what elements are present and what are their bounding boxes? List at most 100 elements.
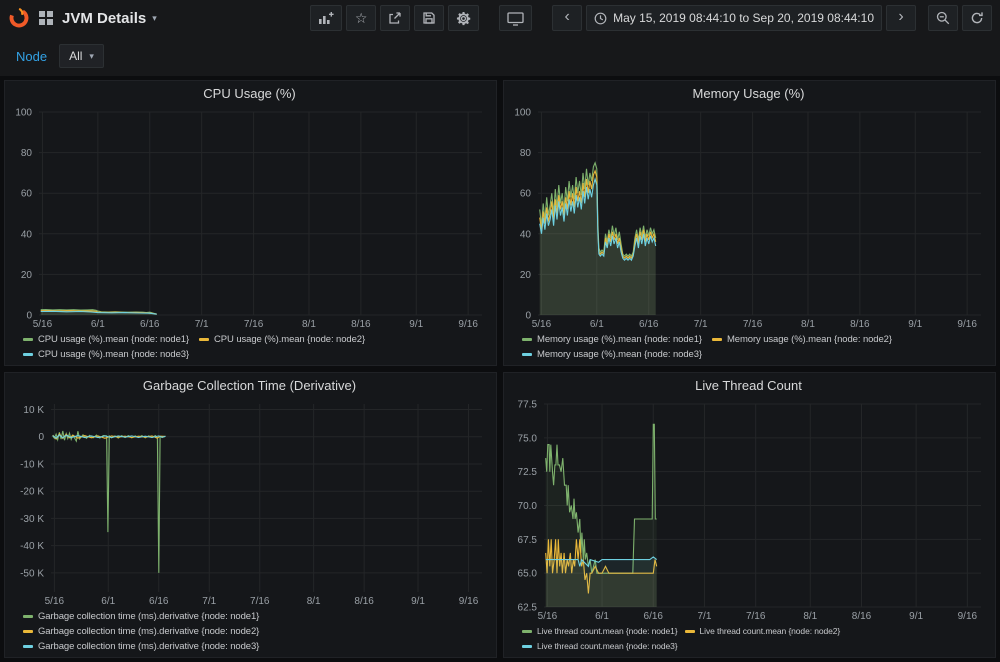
legend-label: Garbage collection time (ms).derivative … <box>38 610 259 623</box>
variable-value-dropdown[interactable]: All ▾ <box>59 44 104 68</box>
legend-label: Memory usage (%).mean {node: node2} <box>727 333 892 346</box>
series-color-icon <box>712 338 722 341</box>
svg-text:6/16: 6/16 <box>639 319 659 330</box>
svg-text:60: 60 <box>520 189 532 200</box>
legend-item[interactable]: Garbage collection time (ms).derivative … <box>23 610 259 623</box>
series-color-icon <box>23 645 33 648</box>
time-range-text: May 15, 2019 08:44:10 to Sep 20, 2019 08… <box>613 11 874 25</box>
time-range-button[interactable]: May 15, 2019 08:44:10 to Sep 20, 2019 08… <box>586 5 882 31</box>
legend-item[interactable]: Live thread count.mean {node: node3} <box>522 640 678 653</box>
svg-text:9/16: 9/16 <box>957 319 977 330</box>
legend-item[interactable]: CPU usage (%).mean {node: node3} <box>23 348 189 361</box>
svg-text:-40 K: -40 K <box>20 541 44 552</box>
svg-text:8/1: 8/1 <box>803 611 817 622</box>
legend-item[interactable]: Memory usage (%).mean {node: node2} <box>712 333 892 346</box>
chevron-right-icon: › <box>898 9 903 27</box>
svg-text:20: 20 <box>21 270 33 281</box>
legend-item[interactable]: CPU usage (%).mean {node: node2} <box>199 333 365 346</box>
variable-selected-value: All <box>69 49 82 63</box>
svg-text:7/16: 7/16 <box>743 319 763 330</box>
legend-item[interactable]: Memory usage (%).mean {node: node3} <box>522 348 702 361</box>
svg-text:100: 100 <box>514 108 531 119</box>
svg-text:9/16: 9/16 <box>458 319 478 330</box>
panel-title[interactable]: Memory Usage (%) <box>508 83 989 105</box>
tv-kiosk-button[interactable] <box>499 5 532 31</box>
svg-text:9/1: 9/1 <box>411 596 425 607</box>
svg-text:7/1: 7/1 <box>202 596 216 607</box>
svg-text:6/1: 6/1 <box>590 319 604 330</box>
legend-label: Garbage collection time (ms).derivative … <box>38 625 259 638</box>
svg-text:9/1: 9/1 <box>909 611 923 622</box>
time-forward-button[interactable]: › <box>886 5 916 31</box>
svg-text:8/1: 8/1 <box>302 319 316 330</box>
panel-live-thread-count: Live Thread Count 62.565.067.570.072.575… <box>503 372 996 658</box>
live-thread-count-legend: Live thread count.mean {node: node1} Live… <box>508 623 989 654</box>
svg-text:8/16: 8/16 <box>354 596 374 607</box>
svg-text:6/1: 6/1 <box>91 319 105 330</box>
add-panel-button[interactable] <box>310 5 342 31</box>
clock-icon <box>594 12 607 25</box>
grafana-logo-icon[interactable] <box>8 7 30 29</box>
svg-text:6/16: 6/16 <box>149 596 169 607</box>
svg-text:40: 40 <box>520 229 532 240</box>
panel-title[interactable]: Live Thread Count <box>508 375 989 397</box>
series-color-icon <box>23 615 33 618</box>
time-back-button[interactable]: ‹ <box>552 5 582 31</box>
svg-text:8/16: 8/16 <box>351 319 371 330</box>
svg-text:70.0: 70.0 <box>518 501 538 512</box>
star-icon[interactable]: ☆ <box>346 5 376 31</box>
svg-text:-10 K: -10 K <box>20 459 44 470</box>
dashboards-grid-icon[interactable] <box>39 11 53 25</box>
legend-item[interactable]: Live thread count.mean {node: node1} <box>522 625 678 638</box>
svg-text:5/16: 5/16 <box>532 319 552 330</box>
panel-title[interactable]: Garbage Collection Time (Derivative) <box>9 375 490 397</box>
gc-time-chart[interactable]: 10 K0-10 K-20 K-30 K-40 K-50 K5/166/16/1… <box>9 397 490 608</box>
svg-text:8/1: 8/1 <box>307 596 321 607</box>
svg-text:6/1: 6/1 <box>595 611 609 622</box>
svg-text:9/16: 9/16 <box>958 611 978 622</box>
svg-text:0: 0 <box>26 311 32 322</box>
share-icon[interactable] <box>380 5 410 31</box>
legend-item[interactable]: Garbage collection time (ms).derivative … <box>23 625 259 638</box>
legend-label: Memory usage (%).mean {node: node3} <box>537 348 702 361</box>
svg-text:72.5: 72.5 <box>518 467 538 478</box>
refresh-icon <box>970 11 984 25</box>
legend-label: CPU usage (%).mean {node: node3} <box>38 348 189 361</box>
live-thread-count-chart[interactable]: 62.565.067.570.072.575.077.55/166/16/167… <box>508 397 989 623</box>
refresh-button[interactable] <box>962 5 992 31</box>
cpu-usage-chart[interactable]: 0204060801005/166/16/167/17/168/18/169/1… <box>9 105 490 331</box>
cpu-usage-legend: CPU usage (%).mean {node: node1} CPU usag… <box>9 331 490 362</box>
legend-item[interactable]: Garbage collection time (ms).derivative … <box>23 640 259 653</box>
series-color-icon <box>23 338 33 341</box>
dashboard-title[interactable]: JVM Details ▾ <box>62 10 157 27</box>
svg-text:9/16: 9/16 <box>459 596 479 607</box>
series-color-icon <box>522 353 532 356</box>
svg-text:8/1: 8/1 <box>801 319 815 330</box>
legend-item[interactable]: CPU usage (%).mean {node: node1} <box>23 333 189 346</box>
svg-text:80: 80 <box>520 148 532 159</box>
gear-icon[interactable] <box>448 5 479 31</box>
series-color-icon <box>199 338 209 341</box>
panel-cpu-usage: CPU Usage (%) 0204060801005/166/16/167/1… <box>4 80 497 366</box>
series-color-icon <box>23 353 33 356</box>
svg-text:5/16: 5/16 <box>538 611 558 622</box>
svg-text:7/1: 7/1 <box>195 319 209 330</box>
save-icon[interactable] <box>414 5 444 31</box>
zoom-out-button[interactable] <box>928 5 958 31</box>
svg-text:6/16: 6/16 <box>140 319 160 330</box>
svg-text:20: 20 <box>520 270 532 281</box>
legend-item[interactable]: Memory usage (%).mean {node: node1} <box>522 333 702 346</box>
svg-text:0: 0 <box>525 311 531 322</box>
series-color-icon <box>522 630 532 633</box>
search-minus-icon <box>936 11 950 25</box>
legend-label: Live thread count.mean {node: node3} <box>537 640 678 653</box>
panel-title[interactable]: CPU Usage (%) <box>9 83 490 105</box>
memory-usage-chart[interactable]: 0204060801005/166/16/167/17/168/18/169/1… <box>508 105 989 331</box>
series-color-icon <box>23 630 33 633</box>
chevron-down-icon: ▾ <box>152 14 157 23</box>
legend-item[interactable]: Live thread count.mean {node: node2} <box>685 625 841 638</box>
svg-text:8/16: 8/16 <box>850 319 870 330</box>
svg-text:62.5: 62.5 <box>518 603 538 614</box>
legend-label: Live thread count.mean {node: node1} <box>537 625 678 638</box>
variable-label-node: Node <box>12 45 51 68</box>
